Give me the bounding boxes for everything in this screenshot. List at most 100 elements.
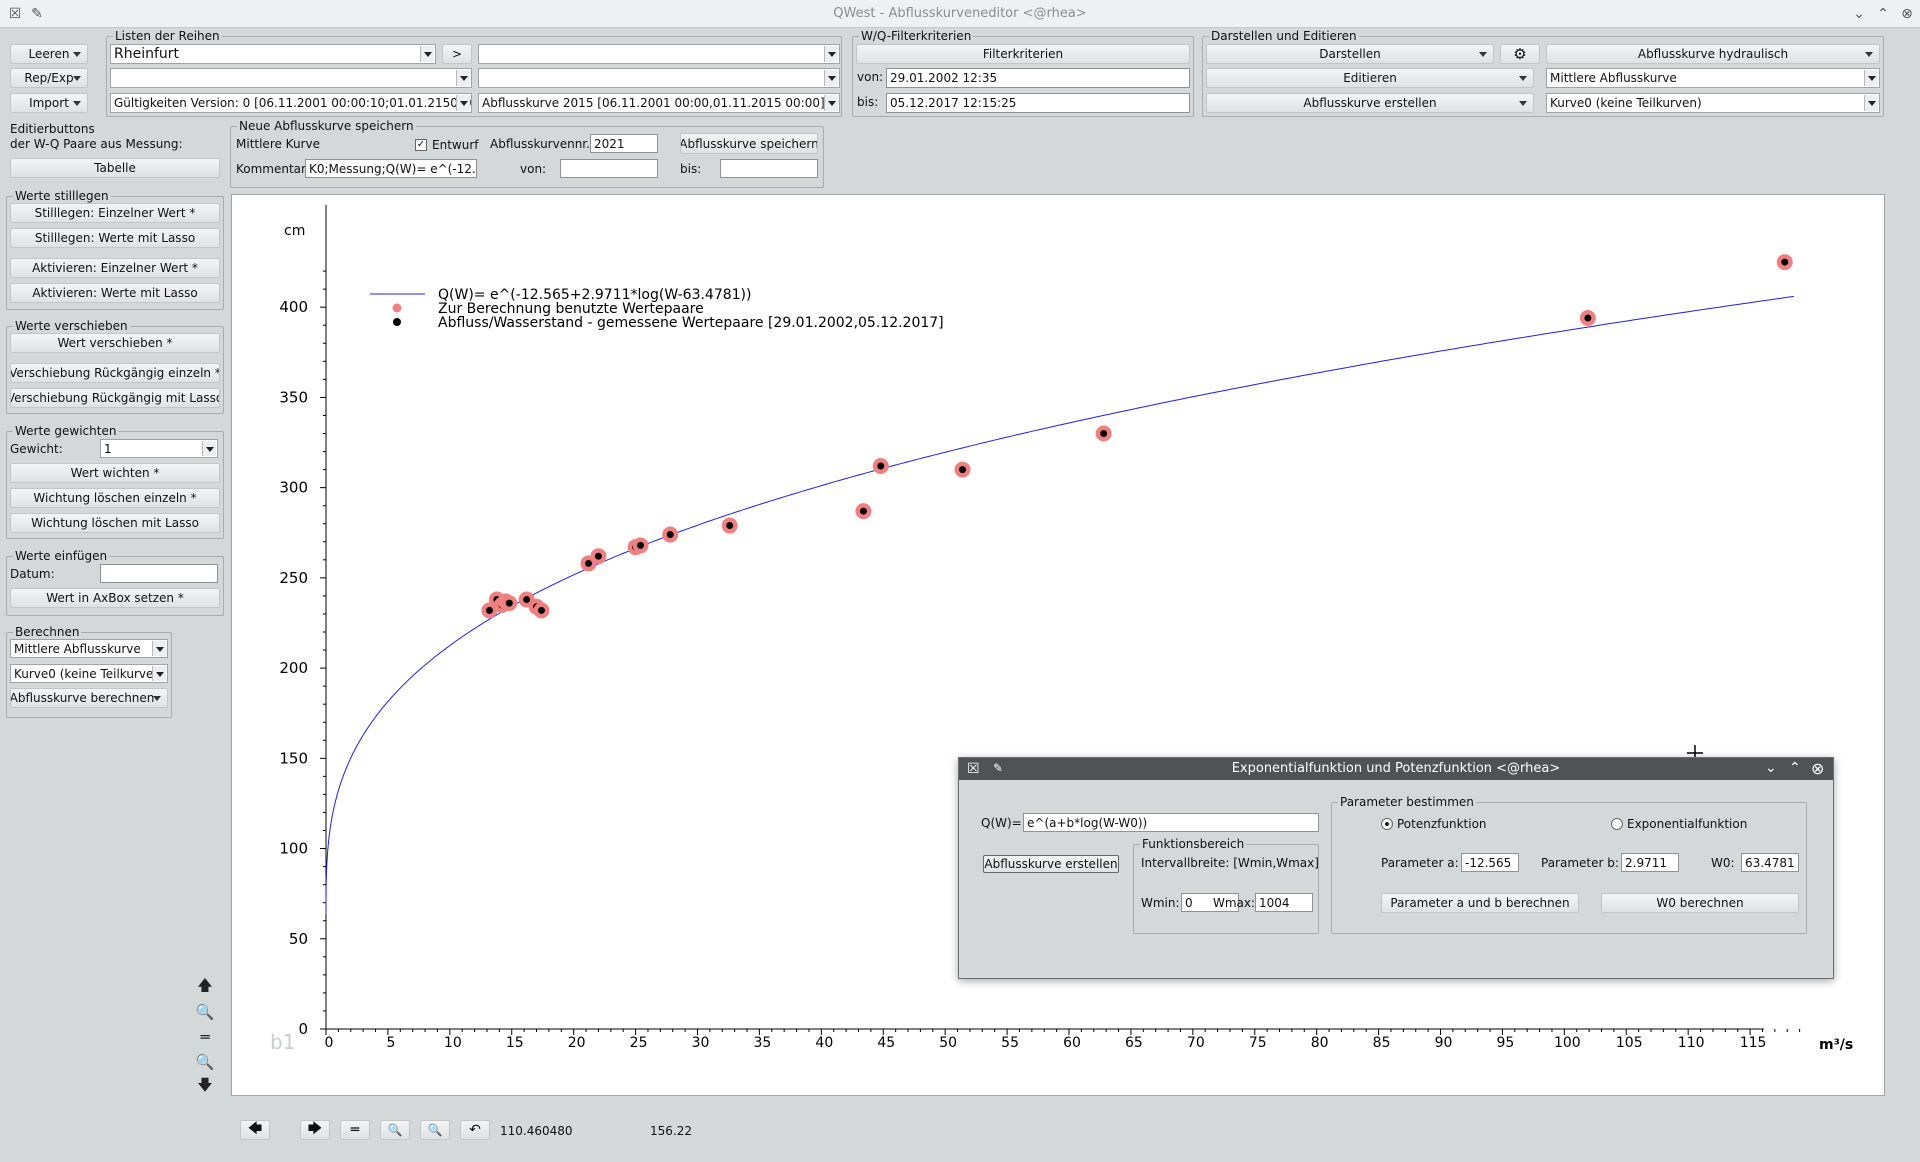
filterkriterien-button[interactable]: Filterkriterien	[856, 44, 1190, 64]
chevron-down-icon	[152, 641, 166, 656]
calc-ab-button[interactable]: Parameter a und b berechnen	[1381, 893, 1579, 913]
berechnen-teil-select[interactable]: Kurve0 (keine Teilkurven)	[10, 664, 168, 683]
neue-von-input[interactable]	[560, 159, 658, 178]
equal-x-icon[interactable]: ═	[340, 1120, 370, 1140]
equal-icon[interactable]: ═	[194, 1026, 216, 1048]
kurvennr-label: Abflusskurvennr.:	[490, 137, 594, 151]
chevron-down-icon	[153, 696, 161, 701]
dialog-title-bar[interactable]: Exponentialfunktion und Potenzfunktion <…	[959, 758, 1833, 780]
minimize-icon[interactable]: ⌄	[1850, 5, 1868, 23]
mittlere-select[interactable]: Mittlere Abflusskurve	[1546, 68, 1880, 88]
zoom-in-icon[interactable]: 🔍	[194, 1001, 216, 1023]
tabelle-button[interactable]: Tabelle	[10, 158, 220, 178]
chevron-down-icon	[1519, 76, 1527, 81]
window-title: QWest - Abflusskurveneditor <@rhea>	[833, 6, 1087, 21]
potenz-radio[interactable]	[1381, 818, 1393, 830]
x-tick-label: 20	[568, 1035, 586, 1051]
filter-bis-input[interactable]: 05.12.2017 12:15:25	[886, 93, 1190, 113]
verschieben-button[interactable]: Wert verschieben *	[10, 333, 220, 353]
arrow-left-icon[interactable]: 🡄	[240, 1120, 270, 1140]
chevron-down-icon	[824, 46, 838, 62]
close-icon[interactable]: ⊗	[1898, 5, 1916, 23]
settings-gear-icon[interactable]: ⚙	[1500, 44, 1540, 64]
verschieben-legend: Werte verschieben	[13, 319, 130, 333]
param-b-input[interactable]: 2.9711	[1621, 853, 1679, 872]
aktivieren-einzeln-button[interactable]: Aktivieren: Einzelner Wert *	[10, 258, 220, 278]
gueltigkeit-select[interactable]: Gültigkeiten Version: 0 [06.11.2001 00:0…	[110, 93, 472, 113]
chevron-down-icon	[1864, 70, 1878, 86]
darstellen-label: Darstellen	[1319, 47, 1381, 61]
next-reihe-button[interactable]: >	[442, 44, 472, 64]
kurve-speichern-button[interactable]: Abflusskurve speichern	[680, 133, 818, 154]
arrow-up-icon[interactable]: 🡅	[194, 976, 216, 998]
repexp-button[interactable]: Rep/Exp	[10, 68, 88, 88]
filter-von-input[interactable]: 29.01.2002 12:35	[886, 68, 1190, 88]
x-tick-label: 55	[1001, 1035, 1019, 1051]
arrow-right-icon[interactable]: 🡆	[300, 1120, 330, 1140]
stilllegen-lasso-button[interactable]: Stilllegen: Werte mit Lasso	[10, 228, 220, 248]
data-point-core	[1100, 430, 1108, 437]
zoom-out-x-icon[interactable]: 🔍	[420, 1120, 450, 1140]
expo-radio[interactable]	[1611, 818, 1623, 830]
data-point-core	[666, 531, 674, 539]
w0-input[interactable]: 63.4781	[1741, 853, 1799, 872]
qw-input[interactable]: e^(a+b*log(W-W0))	[1023, 813, 1319, 832]
reihe4-select[interactable]	[478, 68, 840, 88]
dialog-close-icon[interactable]: ⊗	[1811, 759, 1824, 778]
maximize-icon[interactable]: ⌃	[1874, 5, 1892, 23]
gewicht-select[interactable]: 1	[100, 439, 218, 458]
gueltigkeit-value: Gültigkeiten Version: 0 [06.11.2001 00:0…	[114, 96, 471, 110]
kommentar-label: Kommentar:	[236, 162, 310, 176]
dialog-minimize-icon[interactable]: ⌄	[1765, 760, 1777, 776]
y-tick-label: 50	[289, 930, 308, 948]
aktivieren-lasso-button[interactable]: Aktivieren: Werte mit Lasso	[10, 283, 220, 303]
reihe2-select[interactable]	[478, 44, 840, 64]
zoom-out-icon[interactable]: 🔍	[194, 1051, 216, 1073]
darstellen-button[interactable]: Darstellen	[1206, 44, 1494, 64]
verschiebung-einzeln-button[interactable]: Verschiebung Rückgängig einzeln *	[10, 363, 220, 383]
neue-von-label: von:	[520, 162, 547, 176]
kommentar-input[interactable]: K0;Messung;Q(W)= e^(-12.565	[305, 159, 477, 178]
axbox-button[interactable]: Wert in AxBox setzen *	[10, 588, 220, 608]
dialog-maximize-icon[interactable]: ⌃	[1789, 760, 1801, 776]
arrow-down-icon[interactable]: 🡇	[194, 1076, 216, 1098]
kurvennr-input[interactable]: 2021	[590, 134, 658, 153]
reihe-select[interactable]: Rheinfurt	[110, 44, 436, 64]
berechnen-kurve-select[interactable]: Mittlere Abflusskurve	[10, 639, 168, 658]
reihe3-select[interactable]	[110, 68, 472, 88]
title-bar: ☒ ✎ QWest - Abflusskurveneditor <@rhea> …	[0, 0, 1920, 28]
kurve-berechnen-button[interactable]: Abflusskurve berechnen	[10, 688, 168, 708]
neue-bis-input[interactable]	[720, 159, 818, 178]
editieren-button[interactable]: Editieren	[1206, 68, 1534, 88]
filter-bis-label: bis:	[857, 95, 879, 109]
repexp-label: Rep/Exp	[24, 71, 74, 85]
entwurf-checkbox[interactable]: ✓	[415, 139, 427, 151]
leeren-button[interactable]: Leeren	[10, 44, 88, 64]
x-tick-label: 0	[325, 1035, 334, 1051]
wichten-button[interactable]: Wert wichten *	[10, 463, 220, 483]
reihen-legend: Listen der Reihen	[113, 29, 222, 43]
zoom-in-x-icon[interactable]: 🔍	[380, 1120, 410, 1140]
import-button[interactable]: Import	[10, 93, 88, 113]
hydraulisch-button[interactable]: Abflusskurve hydraulisch	[1546, 44, 1880, 64]
undo-icon[interactable]: ↶	[460, 1120, 490, 1140]
einfuegen-legend: Werte einfügen	[13, 549, 110, 563]
dialog-kurve-erstellen-button[interactable]: Abflusskurve erstellen	[983, 855, 1119, 873]
dialog-pin-icon[interactable]: ✎	[993, 761, 1003, 775]
y-tick-label: 350	[279, 388, 308, 406]
berechnen-legend: Berechnen	[13, 625, 82, 639]
kurve-select[interactable]: Kurve0 (keine Teilkurven)	[1546, 93, 1880, 113]
wichtung-einzeln-button[interactable]: Wichtung löschen einzeln *	[10, 488, 220, 508]
stilllegen-einzeln-button[interactable]: Stilllegen: Einzelner Wert *	[10, 203, 220, 223]
y-tick-label: 400	[279, 298, 308, 316]
wichtung-lasso-button[interactable]: Wichtung löschen mit Lasso	[10, 513, 220, 533]
verschiebung-lasso-button[interactable]: Verschiebung Rückgängig mit Lasso	[10, 388, 220, 408]
calc-w0-button[interactable]: W0 berechnen	[1601, 893, 1799, 913]
wmax-input[interactable]: 1004	[1255, 893, 1313, 912]
param-a-input[interactable]: -12.565	[1461, 853, 1519, 872]
x-axis-label: m³/s	[1819, 1037, 1853, 1053]
abflusskurve-select[interactable]: Abflusskurve 2015 [06.11.2001 00:00,01.1…	[478, 93, 840, 113]
datum-input[interactable]	[100, 564, 218, 583]
darstellen-legend: Darstellen und Editieren	[1209, 29, 1359, 43]
erstellen-menu-button[interactable]: Abflusskurve erstellen	[1206, 93, 1534, 113]
